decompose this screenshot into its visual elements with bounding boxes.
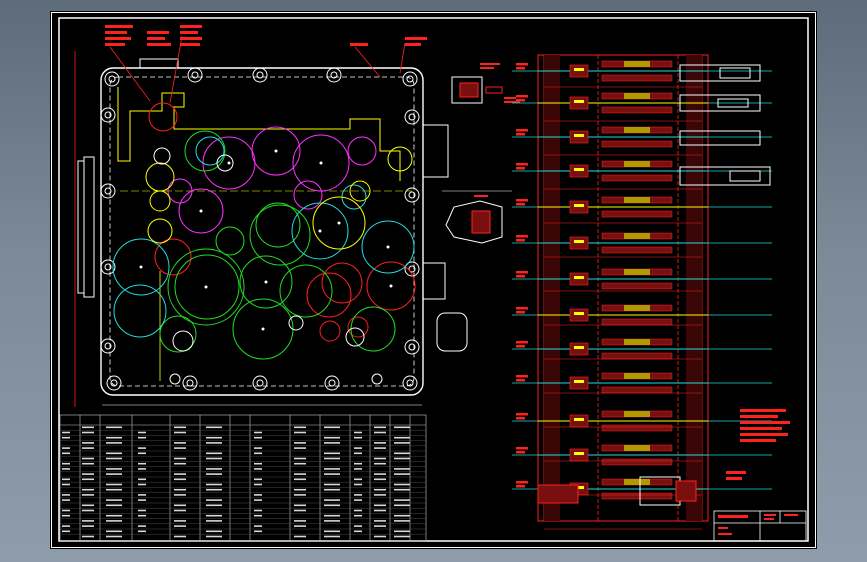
gear-circle-icon [216, 154, 234, 172]
right-shaft-stub [436, 312, 468, 352]
gear-circle-icon [321, 262, 363, 304]
gear-circle-icon [215, 226, 245, 256]
bolt-hole-icon [402, 71, 418, 87]
table-rows [60, 424, 426, 538]
gear-circle-icon [153, 147, 171, 165]
bolt-hole-icon [104, 71, 120, 87]
bolt-hole-icon [100, 183, 116, 199]
bolt-hole-icon [371, 373, 383, 385]
gear-circle-icon [249, 204, 311, 266]
right-notes [726, 409, 790, 480]
gear-circle-icon [145, 162, 175, 192]
bolt-hole-icon [326, 67, 342, 83]
right-boss-mid [422, 262, 446, 300]
bolt-hole-icon [324, 375, 340, 391]
gear-circle-icon [341, 184, 367, 210]
gear-circle-icon [350, 306, 396, 352]
callout-leaders [74, 35, 406, 407]
section-view-a [451, 63, 520, 104]
gear-circle-icon [195, 136, 225, 166]
gear-circle-icon [149, 190, 171, 212]
gearbox-front-view [74, 25, 468, 407]
gear-circle-icon [172, 330, 194, 352]
gear-circle-icon [147, 218, 173, 244]
gear-circle-icon [347, 136, 377, 166]
gear-circle-icon [293, 180, 323, 210]
gear-circle-icons [112, 102, 416, 360]
gear-circle-icon [148, 102, 178, 132]
bolt-hole-icon [100, 338, 116, 354]
bolt-hole-icon [404, 339, 420, 355]
gear-circle-icon [184, 130, 226, 172]
gear-data-table [59, 414, 427, 542]
left-flange [83, 156, 95, 298]
gear-circle-icon [113, 284, 167, 338]
drawing-canvas [51, 12, 816, 548]
gear-circle-icon [319, 320, 341, 342]
left-flange-inner [77, 160, 85, 294]
bolt-hole-icon [252, 375, 268, 391]
title-block [713, 510, 807, 542]
bolt-hole-icon [404, 109, 420, 125]
top-lug [139, 58, 179, 68]
bolt-hole-icon [100, 107, 116, 123]
gear-circle-icon [154, 238, 192, 276]
bolt-hole-icon [169, 373, 181, 385]
gear-circle-icon [288, 315, 304, 331]
bolt-hole-icon [106, 375, 122, 391]
cad-viewport[interactable] [50, 11, 817, 549]
bolt-hole-icon [404, 187, 420, 203]
bolt-hole-icon [182, 375, 198, 391]
callout-labels [105, 25, 427, 46]
bolt-hole-icon [187, 67, 203, 83]
bolt-hole-icon [402, 375, 418, 391]
housing-inner-outline [109, 76, 415, 387]
right-boss-top [422, 124, 449, 178]
bolt-hole-icon [252, 67, 268, 83]
section-view-b [442, 190, 512, 244]
